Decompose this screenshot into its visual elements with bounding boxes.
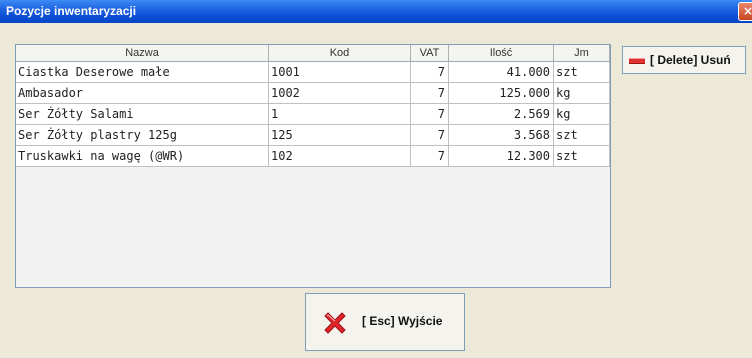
- items-table[interactable]: Nazwa Kod VAT Ilość Jm Ciastka Deserowe …: [15, 44, 611, 288]
- table-row[interactable]: Truskawki na wagę (@WR) 102 7 12.300 szt: [16, 146, 610, 167]
- cell-nazwa: Ser Żółty plastry 125g: [16, 125, 269, 145]
- inventory-items-window: Pozycje inwentaryzacji × Nazwa Kod VAT I…: [0, 0, 752, 358]
- table-row[interactable]: Ciastka Deserowe małe 1001 7 41.000 szt: [16, 62, 610, 83]
- table-row[interactable]: Ser Żółty Salami 1 7 2.569 kg: [16, 104, 610, 125]
- cell-nazwa: Truskawki na wagę (@WR): [16, 146, 269, 166]
- cell-kod: 125: [269, 125, 411, 145]
- cell-vat: 7: [411, 83, 449, 103]
- window-title: Pozycje inwentaryzacji: [6, 4, 137, 18]
- column-header-ilosc[interactable]: Ilość: [449, 45, 554, 61]
- table-row[interactable]: Ser Żółty plastry 125g 125 7 3.568 szt: [16, 125, 610, 146]
- cell-jm: szt: [554, 62, 610, 82]
- cell-vat: 7: [411, 146, 449, 166]
- exit-button[interactable]: [ Esc] Wyjście: [305, 293, 465, 351]
- cell-ilosc: 2.569: [449, 104, 554, 124]
- title-bar[interactable]: Pozycje inwentaryzacji ×: [0, 0, 752, 23]
- table-row[interactable]: Ambasador 1002 7 125.000 kg: [16, 83, 610, 104]
- cell-vat: 7: [411, 125, 449, 145]
- cell-jm: szt: [554, 125, 610, 145]
- cell-ilosc: 125.000: [449, 83, 554, 103]
- delete-button-label: [ Delete] Usuń: [650, 53, 731, 67]
- column-header-vat[interactable]: VAT: [411, 45, 449, 61]
- exit-button-label: [ Esc] Wyjście: [362, 314, 443, 328]
- table-header: Nazwa Kod VAT Ilość Jm: [16, 45, 610, 62]
- column-header-nazwa[interactable]: Nazwa: [16, 45, 269, 61]
- cell-kod: 1001: [269, 62, 411, 82]
- column-header-jm[interactable]: Jm: [554, 45, 610, 61]
- cell-kod: 1: [269, 104, 411, 124]
- cell-vat: 7: [411, 62, 449, 82]
- cell-nazwa: Ser Żółty Salami: [16, 104, 269, 124]
- cell-nazwa: Ciastka Deserowe małe: [16, 62, 269, 82]
- red-x-icon: [324, 312, 346, 334]
- cell-jm: kg: [554, 104, 610, 124]
- cell-nazwa: Ambasador: [16, 83, 269, 103]
- cell-vat: 7: [411, 104, 449, 124]
- cell-jm: szt: [554, 146, 610, 166]
- cell-kod: 102: [269, 146, 411, 166]
- cell-ilosc: 12.300: [449, 146, 554, 166]
- cell-ilosc: 3.568: [449, 125, 554, 145]
- cell-kod: 1002: [269, 83, 411, 103]
- minus-icon: [629, 58, 645, 64]
- column-header-kod[interactable]: Kod: [269, 45, 411, 61]
- close-icon[interactable]: ×: [738, 2, 752, 21]
- cell-ilosc: 41.000: [449, 62, 554, 82]
- cell-jm: kg: [554, 83, 610, 103]
- delete-button[interactable]: [ Delete] Usuń: [622, 46, 746, 74]
